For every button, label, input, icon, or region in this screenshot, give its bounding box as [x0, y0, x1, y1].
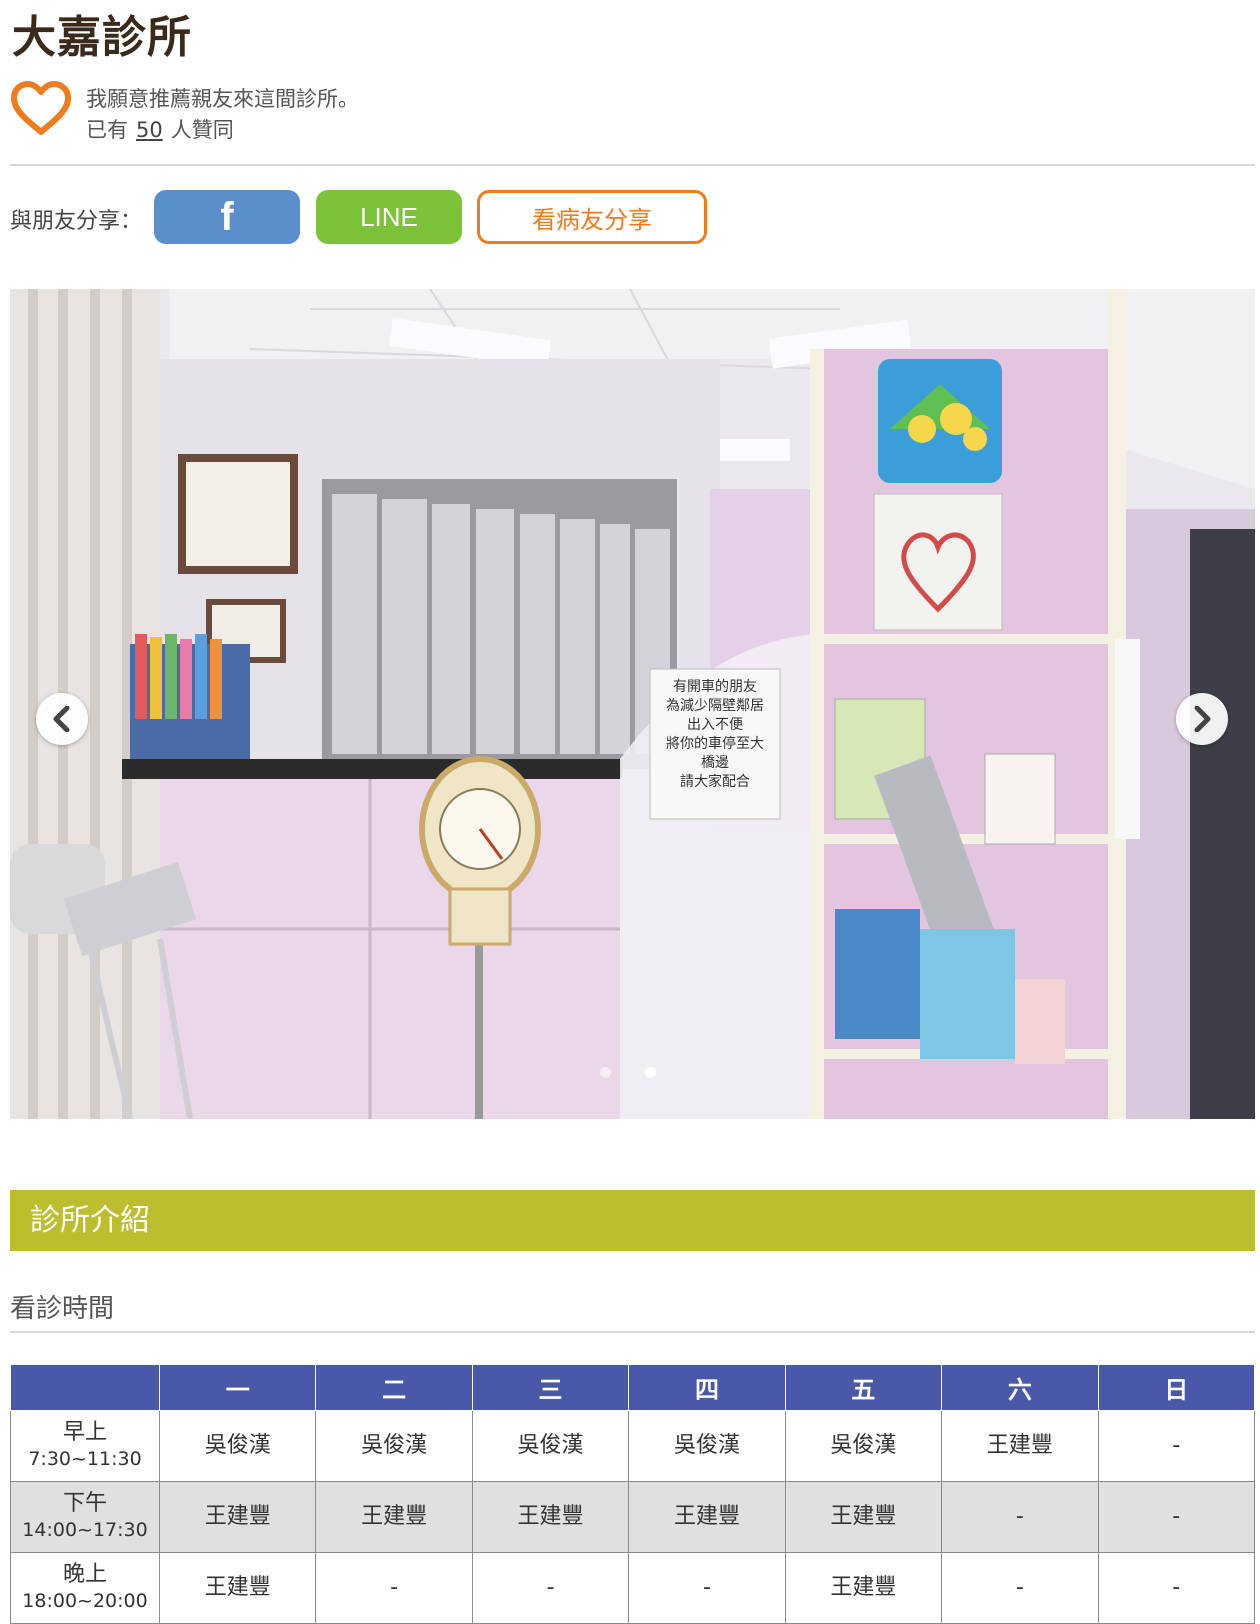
table-row: 早上 7:30~11:30 吳俊漢 吳俊漢 吳俊漢 吳俊漢 吳俊漢 王建豐 -	[10, 1410, 1256, 1482]
notice-line: 為減少隔壁鄰居	[666, 697, 764, 714]
hours-header-row: 一 二 三 四 五 六 日	[10, 1364, 1256, 1411]
facebook-share-button[interactable]: f	[154, 190, 300, 244]
divider	[10, 164, 1255, 166]
slot-time: 18:00~20:00	[22, 1590, 148, 1612]
doctor-cell: -	[941, 1481, 1099, 1553]
header-corner	[10, 1364, 160, 1411]
doctor-cell: 王建豐	[315, 1481, 473, 1553]
recommend-count[interactable]: 50	[136, 118, 163, 142]
slot-label: 早上 7:30~11:30	[10, 1410, 160, 1482]
doctor-cell: -	[628, 1552, 786, 1624]
doctor-cell: -	[941, 1552, 1099, 1624]
section-header-intro: 診所介紹	[10, 1190, 1255, 1251]
line-share-button[interactable]: LINE	[316, 190, 462, 244]
slot-name: 下午	[62, 1491, 107, 1516]
clinic-title: 大嘉診所	[12, 12, 192, 63]
recommend-text: 我願意推薦親友來這間診所。	[86, 87, 359, 111]
doctor-cell: 王建豐	[158, 1481, 317, 1553]
notice-line: 將你的車停至大	[666, 735, 764, 752]
heart-icon[interactable]	[10, 80, 72, 136]
doctor-cell: -	[315, 1552, 473, 1624]
slot-name: 早上	[62, 1420, 107, 1445]
slot-time: 7:30~11:30	[28, 1448, 142, 1470]
hours-title: 看診時間	[10, 1294, 115, 1324]
recommend-count-line: 已有 50 人贊同	[86, 115, 359, 146]
slot-time: 14:00~17:30	[22, 1519, 148, 1541]
count-prefix: 已有	[86, 118, 128, 142]
carousel-next-button[interactable]	[1176, 693, 1228, 745]
doctor-cell: 王建豐	[784, 1552, 943, 1624]
doctor-cell: 王建豐	[941, 1410, 1099, 1482]
doctor-cell: 吳俊漢	[471, 1410, 630, 1482]
clinic-reception-photo: 有開車的朋友為減少隔壁鄰居出入不便將你的車停至大橋邊請大家配合	[10, 289, 1255, 1119]
carousel-indicators	[600, 1067, 656, 1078]
doctor-cell: -	[1097, 1481, 1256, 1553]
doctor-cell: 吳俊漢	[628, 1410, 786, 1482]
doctor-cell: -	[1097, 1552, 1256, 1624]
doctor-cell: -	[1097, 1410, 1256, 1482]
table-row: 晚上 18:00~20:00 王建豐 - - - 王建豐 - -	[10, 1552, 1256, 1624]
clinic-photo-carousel: 有開車的朋友 為減少隔壁鄰居 出入不便將你的車停至大 橋邊請大家配合	[10, 289, 1255, 1119]
hours-table: 一 二 三 四 五 六 日 早上 7:30~11:30 吳俊漢 吳俊漢 吳俊漢 …	[10, 1364, 1256, 1624]
notice-line: 出入不便	[687, 717, 743, 733]
recommend-block: 我願意推薦親友來這間診所。 已有 50 人贊同	[86, 84, 359, 146]
chevron-left-icon	[53, 706, 70, 732]
doctor-cell: 王建豐	[471, 1481, 630, 1553]
header-day: 二	[315, 1364, 473, 1411]
doctor-cell: 吳俊漢	[158, 1410, 317, 1482]
doctor-cell: -	[471, 1552, 630, 1624]
header-day: 日	[1097, 1364, 1256, 1411]
header-day: 四	[628, 1364, 786, 1411]
share-label: 與朋友分享：	[10, 209, 143, 234]
carousel-dot-active[interactable]	[645, 1067, 656, 1078]
slot-label: 晚上 18:00~20:00	[10, 1552, 160, 1624]
doctor-cell: 吳俊漢	[315, 1410, 473, 1482]
carousel-dot[interactable]	[600, 1067, 611, 1078]
divider	[10, 1331, 1255, 1333]
doctor-cell: 王建豐	[628, 1481, 786, 1553]
header-day: 六	[941, 1364, 1099, 1411]
notice-line: 橋邊	[701, 755, 729, 771]
doctor-cell: 王建豐	[784, 1481, 943, 1553]
patient-share-button[interactable]: 看病友分享	[477, 190, 707, 244]
notice-line: 有開車的朋友	[673, 678, 757, 695]
chevron-right-icon	[1194, 706, 1211, 732]
slot-label: 下午 14:00~17:30	[10, 1481, 160, 1553]
table-row: 下午 14:00~17:30 王建豐 王建豐 王建豐 王建豐 王建豐 - -	[10, 1481, 1256, 1553]
header-day: 五	[784, 1364, 943, 1411]
doctor-cell: 王建豐	[158, 1552, 317, 1624]
slot-name: 晚上	[62, 1562, 107, 1587]
doctor-cell: 吳俊漢	[784, 1410, 943, 1482]
carousel-prev-button[interactable]	[36, 693, 88, 745]
header-day: 三	[471, 1364, 630, 1411]
count-suffix: 人贊同	[170, 118, 234, 142]
header-day: 一	[158, 1364, 317, 1411]
notice-line: 請大家配合	[680, 773, 750, 790]
